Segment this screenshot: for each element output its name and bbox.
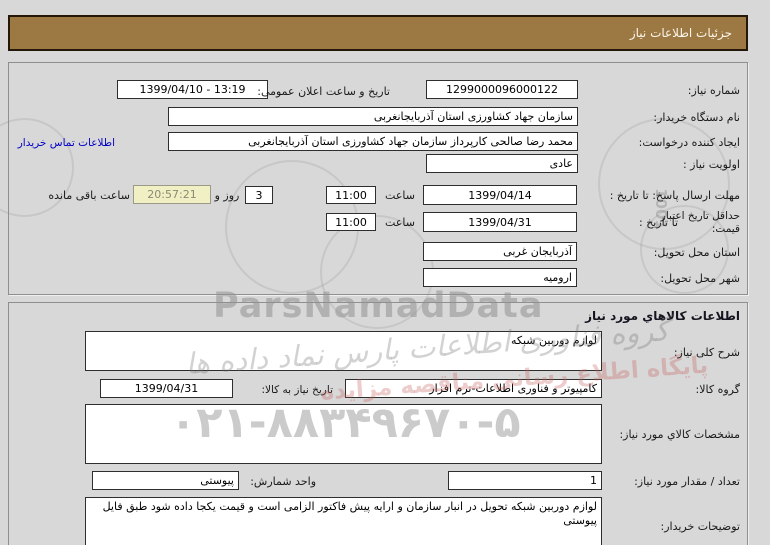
delivery-province-label: استان محل تحویل: [653,246,740,259]
need-date-label: تاریخ نیاز به کالا: [261,384,333,396]
days-remaining-value: 3 [255,188,263,202]
unit-label: واحد شمارش: [250,475,316,488]
reply-deadline-time-field[interactable]: 11:00 [326,186,376,204]
delivery-province-value: آذربایجان غربی [503,245,572,258]
price-validity-label-line2: قیمت: [711,223,740,235]
price-validity-time: 11:00 [335,215,367,229]
goods-section-title: اطلاعات کالاهاي مورد نیاز [585,309,740,323]
price-validity-date-field[interactable]: 1399/04/31 [423,212,577,232]
reply-deadline-time: 11:00 [335,188,367,202]
price-validity-time-field[interactable]: 11:00 [326,213,376,231]
quantity-value: 1 [590,474,597,487]
general-description-value: لوازم دوربین شبکه [511,334,597,347]
days-remaining-field: 3 [245,186,273,204]
priority-value: عادی [549,157,573,170]
general-description-label: شرح کلی نیاز: [673,346,740,359]
delivery-city-field[interactable]: ارومیه [423,268,577,287]
page-title-bar: جزئیات اطلاعات نیاز [8,15,748,51]
delivery-province-field[interactable]: آذربایجان غربی [423,242,577,261]
page-title: جزئیات اطلاعات نیاز [629,26,732,40]
goods-group-field[interactable]: کامپیوتر و فناوری اطلاعات-نرم افزار [345,379,602,398]
validity-hour-label: ساعت [385,216,415,229]
quantity-field[interactable]: 1 [448,471,602,490]
priority-label: اولویت نیاز : [682,158,740,171]
price-validity-date: 1399/04/31 [468,215,532,229]
hours-remaining-label: ساعت باقی مانده [48,189,130,202]
validity-to-date-label: تا تاریخ : [639,216,678,229]
unit-value: پیوستی [200,474,234,487]
quantity-label: تعداد / مقدار مورد نیاز: [634,475,740,488]
goods-group-label: گروه کالا: [695,383,740,396]
reply-deadline-date-field[interactable]: 1399/04/14 [423,185,577,205]
delivery-city-label: شهر محل تحویل: [660,272,740,285]
goods-specs-field[interactable] [85,404,602,464]
priority-field[interactable]: عادی [426,154,578,173]
buyer-org-value: سازمان جهاد کشاورزی استان آذربایجانغربی [373,110,573,123]
need-number-field[interactable]: 1299000096000122 [426,80,578,99]
need-date-field[interactable]: 1399/04/31 [100,379,233,398]
announce-datetime-field[interactable]: 1399/04/10 - 13:19 [117,80,268,99]
buyer-org-label: نام دستگاه خریدار: [653,111,740,124]
buyer-org-field[interactable]: سازمان جهاد کشاورزی استان آذربایجانغربی [168,107,578,126]
buyer-notes-value: لوازم دوربین شبکه تحویل در انبار سازمان … [102,500,597,527]
need-date-value: 1399/04/31 [134,382,199,395]
request-creator-field[interactable]: محمد رضا صالحی کارپرداز سازمان جهاد کشاو… [168,132,578,151]
need-number-value: 1299000096000122 [446,83,558,96]
days-and-label: روز و [214,189,240,202]
buyer-notes-field[interactable]: لوازم دوربین شبکه تحویل در انبار سازمان … [85,497,602,545]
announce-datetime-label: تاریخ و ساعت اعلان عمومی: [257,85,390,98]
request-creator-label: ایجاد کننده درخواست: [638,136,740,149]
goods-group-value: کامپیوتر و فناوری اطلاعات-نرم افزار [429,382,597,395]
general-description-field[interactable]: لوازم دوربین شبکه [85,331,602,371]
request-creator-value: محمد رضا صالحی کارپرداز سازمان جهاد کشاو… [248,135,573,148]
reply-deadline-date: 1399/04/14 [468,188,532,202]
delivery-city-value: ارومیه [543,271,572,284]
need-details-page: جزئیات اطلاعات نیاز 1001 شماره نیاز: 129… [0,0,770,545]
buyer-contact-link[interactable]: اطلاعات تماس خریدار [18,137,115,149]
reply-deadline-label: مهلت ارسال پاسخ: تا تاریخ : [609,189,740,202]
buyer-notes-label: توضیحات خریدار: [660,520,741,533]
countdown-timer: 20:57:21 [133,185,211,204]
deadline-hour-label: ساعت [385,189,415,202]
announce-datetime-value: 1399/04/10 - 13:19 [139,83,246,96]
need-number-label: شماره نیاز: [687,84,740,97]
countdown-value: 20:57:21 [147,188,197,201]
goods-specs-label: مشخصات کالاي مورد نیاز: [619,428,740,441]
unit-field[interactable]: پیوستی [92,471,239,490]
